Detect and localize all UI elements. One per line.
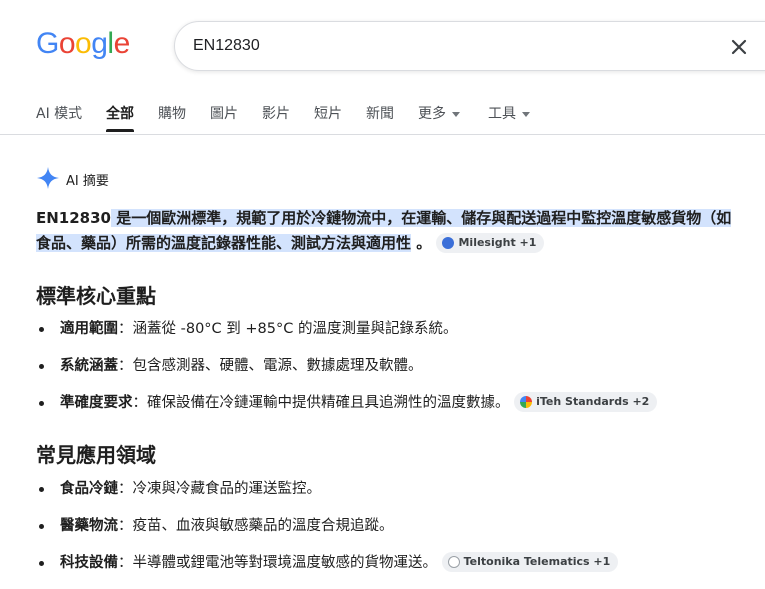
source-chip[interactable]: Milesight +1 [436,232,545,253]
list-item: 食品冷鏈：冷凍與冷藏食品的運送監控。 [36,478,756,515]
summary-highlight: 是一個歐洲標準，規範了用於冷鏈物流中，在運輸、儲存與配送過程中監控溫度敏感貨物（… [36,209,732,252]
section-title: 標準核心重點 [36,284,156,308]
ai-overview-label: AI 摘要 [66,174,109,189]
item-text: ：涵蓋從 -80°C 到 +85°C 的溫度測量與記錄系統。 [118,321,458,337]
chevron-down-icon [452,111,460,117]
source-chip[interactable]: iTeh Standards +2 [514,392,658,412]
tab-shopping[interactable]: 購物 [158,103,186,123]
tab-news[interactable]: 新聞 [366,103,394,123]
item-term: 準確度要求 [60,395,133,411]
summary-end: 。 [411,234,432,252]
tab-tools-label: 工具 [488,106,516,122]
tab-ai-mode[interactable]: AI 模式 [36,103,82,123]
item-term: 適用範圍 [60,321,118,337]
chevron-down-icon [522,111,530,117]
item-term: 醫藥物流 [60,518,118,534]
item-text: ：冷凍與冷藏食品的運送監控。 [118,481,321,497]
list-item: 準確度要求：確保設備在冷鏈運輸中提供精確且具追溯性的溫度數據。 iTeh Sta… [36,392,756,429]
clear-search-button[interactable] [727,35,751,59]
list-item: 科技設備：半導體或鋰電池等對環境溫度敏感的貨物運送。 Teltonika Tel… [36,552,756,589]
milesight-favicon-icon [442,236,455,249]
logo-letter: o [58,27,76,60]
tab-more-label: 更多 [418,106,446,122]
bullet-list: 適用範圍：涵蓋從 -80°C 到 +85°C 的溫度測量與記錄系統。 系統涵蓋：… [36,318,756,429]
tab-shorts[interactable]: 短片 [314,103,342,123]
source-chip-label: Teltonika Telematics +1 [463,555,611,568]
summary-term: EN12830 [36,209,111,227]
item-term: 系統涵蓋 [60,358,118,374]
tab-images[interactable]: 圖片 [210,103,238,123]
search-tabs: AI 模式 全部 購物 圖片 影片 短片 新聞 更多 工具 [0,94,765,135]
item-text: ：疫苗、血液與敏感藥品的溫度合規追蹤。 [118,518,394,534]
item-term: 食品冷鏈 [60,481,118,497]
tab-tools[interactable]: 工具 [488,103,530,123]
google-logo[interactable]: Google [36,26,130,62]
source-chip[interactable]: Teltonika Telematics +1 [441,552,619,572]
tab-more[interactable]: 更多 [418,103,460,123]
logo-letter: o [75,27,92,60]
close-icon [731,39,747,55]
teltonika-favicon-icon [447,556,460,568]
section-title: 常見應用領域 [36,443,156,467]
iteh-favicon-icon [520,396,533,408]
search-input[interactable] [193,34,673,58]
item-term: 科技設備 [60,555,118,571]
bullet-list: 食品冷鏈：冷凍與冷藏食品的運送監控。 醫藥物流：疫苗、血液與敏感藥品的溫度合規追… [36,478,756,589]
logo-letter: G [36,27,59,60]
item-text: ：包含感測器、硬體、電源、數據處理及軟體。 [118,358,423,374]
list-item: 醫藥物流：疫苗、血液與敏感藥品的溫度合規追蹤。 [36,515,756,552]
tab-videos[interactable]: 影片 [262,103,290,123]
search-bar [174,21,765,71]
sparkle-icon [37,167,59,189]
list-item: 適用範圍：涵蓋從 -80°C 到 +85°C 的溫度測量與記錄系統。 [36,318,756,355]
ai-summary: EN12830 是一個歐洲標準，規範了用於冷鏈物流中，在運輸、儲存與配送過程中監… [36,206,736,256]
source-chip-label: iTeh Standards +2 [536,395,650,408]
logo-letter: g [91,27,108,60]
item-text: ：半導體或鋰電池等對環境溫度敏感的貨物運送。 [118,555,437,571]
list-item: 系統涵蓋：包含感測器、硬體、電源、數據處理及軟體。 [36,355,756,392]
logo-letter: e [113,27,131,60]
tab-all[interactable]: 全部 [106,103,134,132]
item-text: ：確保設備在冷鏈運輸中提供精確且具追溯性的溫度數據。 [132,395,510,411]
source-chip-label: Milesight +1 [458,236,537,249]
